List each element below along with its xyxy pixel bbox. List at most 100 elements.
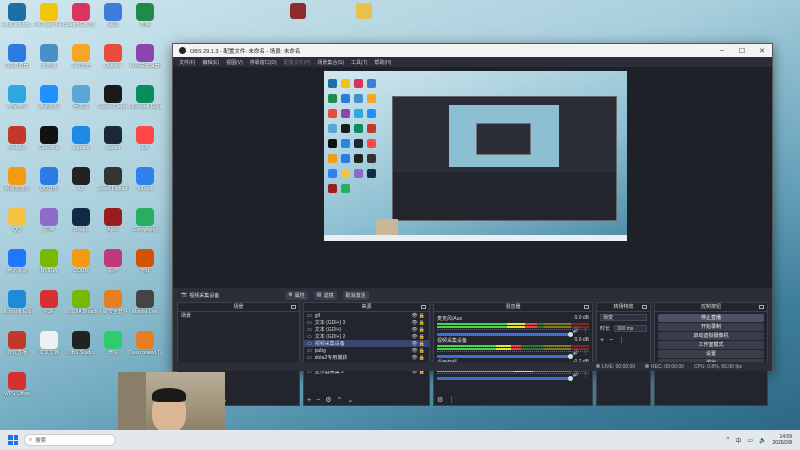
visibility-lock-icon[interactable]: 👁🔒 <box>411 320 426 326</box>
source-item[interactable]: ▭ dota2专用捕获 👁🔒 <box>304 354 429 362</box>
desktop-icon[interactable]: Street Fighter 6 <box>97 167 129 192</box>
menu-item[interactable]: 帮助(H) <box>374 59 391 66</box>
desktop-icon[interactable]: WeMod <box>1 126 33 151</box>
visibility-lock-icon[interactable]: 👁🔒 <box>411 355 426 361</box>
volume-slider[interactable] <box>437 376 573 381</box>
desktop-icon[interactable]: 火绒安全软件 <box>97 290 129 315</box>
desktop-icon[interactable]: 腾讯视频 <box>33 85 65 110</box>
menu-item[interactable]: 场景集合(S) <box>317 59 344 66</box>
desktop-icon[interactable]: Quicker <box>97 44 129 69</box>
add-source-button[interactable]: + <box>307 397 311 404</box>
desktop-icon[interactable]: AutoDesktop... <box>1 3 33 28</box>
filters-button[interactable]: ▧ 滤镜 <box>313 290 337 300</box>
move-up-button[interactable]: ⌃ <box>336 396 342 404</box>
desktop-icon[interactable]: 哔哩哔哩 <box>1 85 33 110</box>
control-button[interactable]: 工作室模式 <box>658 341 764 349</box>
speaker-icon[interactable]: 🔊 <box>573 328 579 334</box>
undock-icon[interactable] <box>421 305 426 309</box>
menu-item[interactable]: 视图(V) <box>226 59 243 66</box>
desktop-icon[interactable]: 崩坏 <box>97 249 129 274</box>
desktop-icon[interactable]: Microsoft Edge <box>129 85 161 110</box>
scene-item[interactable]: 场景 <box>178 312 299 320</box>
duration-input[interactable]: 300 ms <box>614 325 647 332</box>
close-button[interactable]: ✕ <box>752 47 772 55</box>
desktop-icon[interactable]: Maono Link <box>129 290 161 315</box>
source-item[interactable]: ▭ 视频采集设备 👁🔒 <box>304 340 429 347</box>
desktop-icon[interactable]: 360安全 <box>65 44 97 69</box>
move-down-button[interactable]: ⌄ <box>347 396 353 404</box>
speaker-icon[interactable]: 🔊 <box>573 350 579 356</box>
visibility-lock-icon[interactable]: 👁🔒 <box>411 348 426 354</box>
undock-icon[interactable] <box>642 305 647 309</box>
desktop-icon[interactable]: WPS Office <box>1 372 33 397</box>
maximize-button[interactable]: ☐ <box>732 47 752 55</box>
desktop-icon[interactable]: QQ浏览器 <box>1 44 33 69</box>
undock-icon[interactable] <box>584 305 589 309</box>
source-item[interactable]: ▭ 文本 (GDI+) 👁🔒 <box>304 326 429 334</box>
desktop-icon[interactable]: GeForce <box>33 126 65 151</box>
input-language[interactable]: 中 <box>735 436 741 445</box>
control-button[interactable]: 开始录制 <box>658 323 764 331</box>
desktop-icon[interactable]: QQ音乐 <box>33 167 65 192</box>
undock-icon[interactable] <box>759 305 764 309</box>
desktop-icon[interactable]: PotPlayer 64 bit <box>33 3 65 28</box>
transition-menu-button[interactable]: ⋮ <box>618 336 625 344</box>
desktop-icon[interactable]: DeepL <box>65 208 97 233</box>
start-button[interactable] <box>8 435 18 445</box>
desktop-icon-archive[interactable] <box>283 3 313 19</box>
visibility-lock-icon[interactable]: 👁🔒 <box>411 334 426 340</box>
source-properties-button[interactable]: ⚙ <box>325 396 331 404</box>
desktop-icon[interactable]: 原神 <box>33 208 65 233</box>
desktop-icon[interactable]: Overcooked Together <box>129 331 161 356</box>
menu-item[interactable]: 停靠窗口(D) <box>250 59 277 66</box>
desktop-icon[interactable]: Apex <box>97 208 129 233</box>
program-preview[interactable] <box>324 71 627 241</box>
control-button[interactable]: 停止直播 <box>658 314 764 322</box>
desktop-icon[interactable]: EA <box>129 126 161 151</box>
desktop-icon[interactable]: Razer Cortex <box>97 85 129 110</box>
desktop-icon[interactable]: 网易云音乐 <box>1 167 33 192</box>
desktop-icon[interactable]: NVIDIA <box>33 249 65 274</box>
menu-item[interactable]: 配置文件(P) <box>284 59 311 66</box>
desktop-icon[interactable]: 文本文档 <box>33 331 65 356</box>
speaker-icon[interactable]: 🔊 <box>573 372 579 378</box>
source-item[interactable]: ▭ 文本 (GDI+) 3 👁🔒 <box>304 319 429 327</box>
desktop-icon[interactable]: Vagrant <box>65 126 97 151</box>
deactivate-button[interactable]: 取消激活 <box>342 290 369 300</box>
desktop-icon[interactable]: 游戏直播 <box>1 331 33 356</box>
properties-button[interactable]: ⚙ 属性 <box>285 290 308 300</box>
minimize-button[interactable]: – <box>712 47 732 55</box>
desktop-icon[interactable]: KK <box>65 167 97 192</box>
menu-item[interactable]: 编辑(E) <box>202 59 219 66</box>
desktop-icon[interactable]: 表格 <box>129 3 161 28</box>
source-item[interactable]: ▭ 文本 (GDI+) 2 👁🔒 <box>304 333 429 341</box>
desktop-icon[interactable]: 回收站 <box>65 85 97 110</box>
desktop-icon[interactable]: SteamGirl 音... <box>65 3 97 28</box>
visibility-lock-icon[interactable]: 👁🔒 <box>411 327 426 333</box>
mixer-settings-button[interactable]: ⚙ <box>437 396 443 404</box>
menu-item[interactable]: 文件(F) <box>179 59 195 66</box>
visibility-lock-icon[interactable]: 👁🔒 <box>411 341 426 347</box>
desktop-icon[interactable]: Steam <box>97 126 129 151</box>
desktop-icon[interactable]: 腾讯会议 <box>1 249 33 274</box>
desktop-icon[interactable]: MASR编辑器 <box>129 44 161 69</box>
control-button[interactable]: 启动虚拟摄像机 <box>658 332 764 340</box>
chevron-up-icon[interactable]: ^ <box>727 437 730 443</box>
desktop-icon[interactable]: PDF <box>33 290 65 315</box>
desktop-icon[interactable]: 此电脑 <box>33 44 65 69</box>
desktop-icon[interactable]: CODM <box>65 249 97 274</box>
menu-item[interactable]: 工具(T) <box>351 59 367 66</box>
desktop-icon[interactable]: 游戏 <box>129 249 161 274</box>
visibility-lock-icon[interactable]: 👁🔒 <box>411 313 426 319</box>
desktop-icon[interactable]: Everything <box>129 208 161 233</box>
network-icon[interactable]: ▭ <box>747 437 753 444</box>
remove-source-button[interactable]: − <box>316 397 320 404</box>
desktop-icon[interactable]: QQ <box>1 208 33 233</box>
gear-icon[interactable]: ⋮ <box>583 328 588 334</box>
source-item[interactable]: ▭ pubg 👁🔒 <box>304 347 429 354</box>
gear-icon[interactable]: ⋮ <box>583 372 588 378</box>
clock[interactable]: 14:59 2026/2/8 <box>773 434 792 446</box>
desktop-icon[interactable]: OBS Studio <box>65 331 97 356</box>
desktop-icon[interactable]: 微信 <box>97 331 129 356</box>
control-button[interactable]: 设置 <box>658 350 764 358</box>
